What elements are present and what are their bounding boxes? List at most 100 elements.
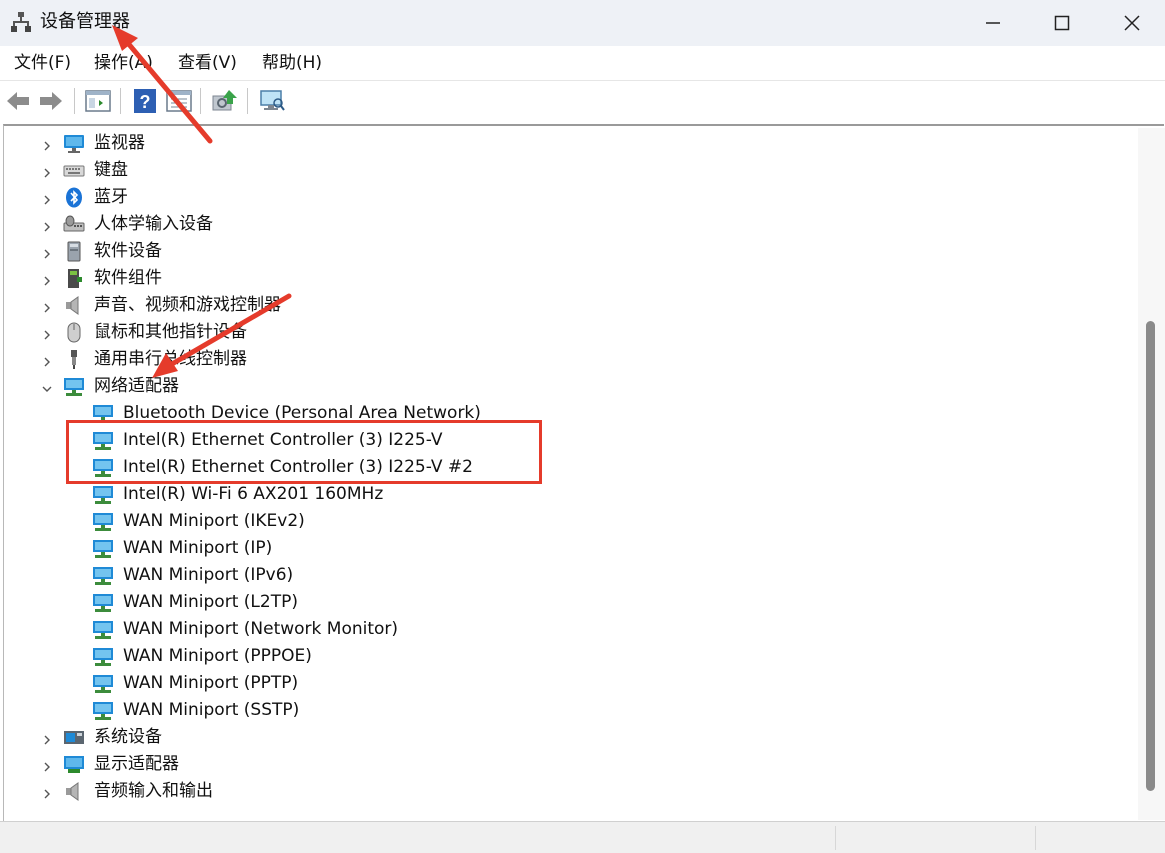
maximize-icon bbox=[1054, 15, 1070, 31]
back-button[interactable] bbox=[3, 86, 33, 116]
tree-category[interactable]: 蓝牙 bbox=[4, 184, 1134, 211]
tree-category[interactable]: 通用串行总线控制器 bbox=[4, 346, 1134, 373]
tree-category[interactable]: 鼠标和其他指针设备 bbox=[4, 319, 1134, 346]
tree-item-label: 音频输入和输出 bbox=[94, 781, 213, 801]
network-card-icon bbox=[92, 619, 114, 640]
update-driver-icon bbox=[212, 90, 237, 111]
software-component-icon bbox=[63, 268, 85, 289]
network-card-icon bbox=[92, 592, 114, 613]
scan-hardware-icon bbox=[260, 90, 285, 111]
network-card-icon bbox=[92, 646, 114, 667]
tree-category-expanded[interactable]: 网络适配器 bbox=[4, 373, 1134, 400]
chevron-right-icon[interactable] bbox=[41, 299, 53, 313]
forward-button[interactable] bbox=[36, 86, 66, 116]
tree-item-label: 软件设备 bbox=[94, 241, 162, 261]
chevron-right-icon[interactable] bbox=[41, 326, 53, 340]
tree-category[interactable]: 监视器 bbox=[4, 130, 1134, 157]
audio-io-icon bbox=[63, 781, 85, 802]
tree-device-item[interactable]: WAN Miniport (PPTP) bbox=[4, 670, 1134, 697]
chevron-right-icon[interactable] bbox=[41, 353, 53, 367]
close-button[interactable] bbox=[1097, 0, 1165, 46]
tree-item-label: 系统设备 bbox=[94, 727, 162, 747]
status-bar bbox=[0, 821, 1165, 853]
chevron-right-icon[interactable] bbox=[41, 191, 53, 205]
system-device-icon bbox=[63, 727, 85, 748]
tree-device-item[interactable]: WAN Miniport (IPv6) bbox=[4, 562, 1134, 589]
properties-pane-button[interactable] bbox=[83, 86, 113, 116]
speaker-icon bbox=[63, 295, 85, 316]
vertical-scrollbar[interactable] bbox=[1138, 128, 1165, 820]
minimize-icon bbox=[986, 22, 1000, 24]
tree-category[interactable]: 软件设备 bbox=[4, 238, 1134, 265]
tree-category[interactable]: 人体学输入设备 bbox=[4, 211, 1134, 238]
tree-item-label: 声音、视频和游戏控制器 bbox=[94, 295, 281, 315]
tree-item-label: WAN Miniport (L2TP) bbox=[123, 592, 298, 612]
chevron-right-icon[interactable] bbox=[41, 785, 53, 799]
network-card-icon bbox=[92, 700, 114, 721]
network-card-icon bbox=[92, 511, 114, 532]
toolbar: ? bbox=[0, 80, 1165, 120]
tree-item-label: 鼠标和其他指针设备 bbox=[94, 322, 247, 342]
software-device-icon bbox=[63, 241, 85, 262]
network-card-icon bbox=[92, 565, 114, 586]
scrollbar-thumb[interactable] bbox=[1146, 321, 1155, 791]
tree-device-item[interactable]: WAN Miniport (SSTP) bbox=[4, 697, 1134, 724]
tree-item-label: 通用串行总线控制器 bbox=[94, 349, 247, 369]
view-toggle-button[interactable] bbox=[164, 86, 194, 116]
tree-category[interactable]: 系统设备 bbox=[4, 724, 1134, 751]
tree-category[interactable]: 音频输入和输出 bbox=[4, 778, 1134, 805]
bluetooth-icon bbox=[63, 187, 85, 208]
window-title: 设备管理器 bbox=[40, 11, 130, 32]
chevron-right-icon[interactable] bbox=[41, 164, 53, 178]
maximize-button[interactable] bbox=[1027, 0, 1097, 46]
tree-item-label: 显示适配器 bbox=[94, 754, 179, 774]
tree-item-label: WAN Miniport (IKEv2) bbox=[123, 511, 305, 531]
tree-device-item[interactable]: WAN Miniport (IP) bbox=[4, 535, 1134, 562]
tree-item-label: WAN Miniport (SSTP) bbox=[123, 700, 300, 720]
annotation-highlight-box bbox=[66, 420, 542, 484]
tree-category[interactable]: 键盘 bbox=[4, 157, 1134, 184]
chevron-right-icon[interactable] bbox=[41, 218, 53, 232]
tree-item-label: WAN Miniport (Network Monitor) bbox=[123, 619, 399, 639]
forward-icon bbox=[40, 92, 62, 110]
view-toggle-icon bbox=[166, 90, 192, 112]
tree-item-label: Intel(R) Wi-Fi 6 AX201 160MHz bbox=[123, 484, 384, 504]
title-bar: 设备管理器 bbox=[0, 0, 1165, 46]
tree-category[interactable]: 软件组件 bbox=[4, 265, 1134, 292]
tree-device-item[interactable]: WAN Miniport (L2TP) bbox=[4, 589, 1134, 616]
network-card-icon bbox=[92, 673, 114, 694]
menu-help[interactable]: 帮助(H) bbox=[262, 52, 322, 74]
tree-item-label: WAN Miniport (PPTP) bbox=[123, 673, 299, 693]
tree-device-item[interactable]: WAN Miniport (IKEv2) bbox=[4, 508, 1134, 535]
menu-action[interactable]: 操作(A) bbox=[94, 52, 153, 74]
tree-device-item[interactable]: WAN Miniport (Network Monitor) bbox=[4, 616, 1134, 643]
tree-category[interactable]: 声音、视频和游戏控制器 bbox=[4, 292, 1134, 319]
chevron-right-icon[interactable] bbox=[41, 731, 53, 745]
tree-item-label: 网络适配器 bbox=[94, 376, 179, 396]
tree-item-label: 蓝牙 bbox=[94, 187, 128, 207]
tree-device-item[interactable]: WAN Miniport (PPPOE) bbox=[4, 643, 1134, 670]
scan-hardware-button[interactable] bbox=[257, 86, 287, 116]
network-card-icon bbox=[92, 538, 114, 559]
chevron-right-icon[interactable] bbox=[41, 245, 53, 259]
help-icon: ? bbox=[134, 89, 156, 113]
chevron-right-icon[interactable] bbox=[41, 758, 53, 772]
tree-item-label: 键盘 bbox=[94, 160, 128, 180]
tree-item-label: WAN Miniport (PPPOE) bbox=[123, 646, 312, 666]
update-driver-button[interactable] bbox=[210, 86, 240, 116]
chevron-right-icon[interactable] bbox=[41, 137, 53, 151]
svg-text:?: ? bbox=[140, 92, 151, 112]
tree-category[interactable]: 显示适配器 bbox=[4, 751, 1134, 778]
hid-icon bbox=[63, 214, 85, 235]
help-button[interactable]: ? bbox=[130, 86, 160, 116]
menu-view[interactable]: 查看(V) bbox=[178, 52, 237, 74]
network-adapter-icon bbox=[63, 376, 85, 397]
device-manager-icon bbox=[11, 12, 31, 32]
keyboard-icon bbox=[63, 160, 85, 181]
minimize-button[interactable] bbox=[958, 0, 1028, 46]
tree-item-label: 软件组件 bbox=[94, 268, 162, 288]
tree-device-item[interactable]: Intel(R) Wi-Fi 6 AX201 160MHz bbox=[4, 481, 1134, 508]
menu-file[interactable]: 文件(F) bbox=[14, 52, 71, 74]
chevron-down-icon[interactable] bbox=[41, 380, 53, 392]
chevron-right-icon[interactable] bbox=[41, 272, 53, 286]
